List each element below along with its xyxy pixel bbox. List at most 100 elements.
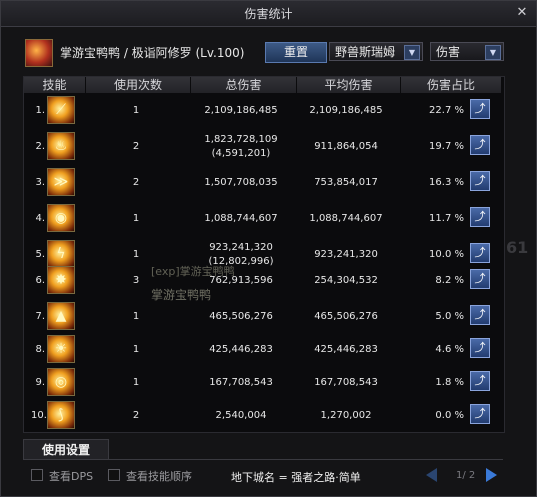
show-order-checkbox[interactable]: [108, 469, 120, 481]
vortex-icon: ◎: [47, 368, 75, 396]
export-icon[interactable]: ⤴: [470, 135, 490, 155]
row-average: 425,446,283: [314, 344, 378, 355]
table-row: 9. ◎ 1 167,708,543 167,708,543 1.8 % ⤴: [1, 367, 537, 403]
row-average: 167,708,543: [314, 377, 378, 388]
player-name: 掌游宝鸭鸭 / 极诣阿修罗 (Lv.100): [60, 46, 245, 60]
row-total: 762,913,596: [209, 275, 273, 286]
row-percent: 8.2 %: [435, 275, 464, 286]
row-percent: 4.6 %: [435, 344, 464, 355]
show-order-label: 查看技能顺序: [126, 470, 192, 483]
close-icon[interactable]: ✕: [515, 6, 529, 20]
row-rank: 5.: [35, 249, 45, 260]
blade-icon: ⟆: [47, 401, 75, 429]
pillar-icon: ▲: [47, 302, 75, 330]
row-rank: 1.: [35, 105, 45, 116]
flame-icon: ♨: [47, 132, 75, 160]
show-dps-checkbox[interactable]: [31, 469, 43, 481]
row-average: 911,864,054: [314, 141, 378, 152]
export-icon[interactable]: ⤴: [470, 338, 490, 358]
row-rank: 3.: [35, 177, 45, 188]
window-title: 伤害统计: [244, 7, 293, 21]
row-uses: 3: [132, 275, 140, 286]
row-uses: 2: [132, 410, 140, 421]
row-uses: 1: [132, 249, 140, 260]
row-total: 923,241,320: [209, 242, 273, 253]
row-total-sub: (4,591,201): [211, 148, 271, 159]
table-row: 10. ⟆ 2 2,540,004 1,270,002 0.0 % ⤴: [1, 400, 537, 436]
wave-icon: ≫: [47, 168, 75, 196]
tab-usage-settings[interactable]: 使用设置: [23, 439, 109, 460]
row-average: 753,854,017: [314, 177, 378, 188]
row-percent: 0.0 %: [435, 410, 464, 421]
player-header: 掌游宝鸭鸭 / 极诣阿修罗 (Lv.100) 重置 野兽斯瑞姆 ▼ 伤害 ▼: [23, 37, 523, 67]
row-rank: 2.: [35, 141, 45, 152]
row-total: 2,109,186,485: [204, 105, 278, 116]
reset-button[interactable]: 重置: [265, 42, 327, 63]
export-icon[interactable]: ⤴: [470, 371, 490, 391]
row-total: 1,088,744,607: [204, 213, 278, 224]
dungeon-select-value: 野兽斯瑞姆: [335, 45, 396, 59]
export-icon[interactable]: ⤴: [470, 171, 490, 191]
table-row: 7. ▲ 1 465,506,276 465,506,276 5.0 % ⤴: [1, 301, 537, 337]
type-select-value: 伤害: [436, 45, 461, 59]
export-icon[interactable]: ⤴: [470, 269, 490, 289]
column-header-skill: 技能: [24, 77, 86, 93]
column-header-total: 总伤害: [191, 77, 297, 93]
column-header-average: 平均伤害: [297, 77, 401, 93]
dungeon-select[interactable]: 野兽斯瑞姆 ▼: [329, 42, 423, 61]
show-dps-label: 查看DPS: [49, 470, 94, 483]
damage-stats-window: 伤害统计 ✕ 掌游宝鸭鸭 / 极诣阿修罗 (Lv.100) 重置 野兽斯瑞姆 ▼…: [0, 0, 537, 497]
row-uses: 1: [132, 311, 140, 322]
row-average: 1,088,744,607: [309, 213, 383, 224]
table-row: 6. ✸ 3 762,913,596 254,304,532 8.2 % ⤴: [1, 265, 537, 301]
divider: [23, 459, 503, 460]
row-percent: 22.7 %: [429, 105, 464, 116]
row-rank: 10.: [31, 410, 47, 421]
row-percent: 10.0 %: [429, 249, 464, 260]
row-percent: 1.8 %: [435, 377, 464, 388]
row-rank: 4.: [35, 213, 45, 224]
row-uses: 1: [132, 105, 140, 116]
row-rank: 6.: [35, 275, 45, 286]
next-page-icon[interactable]: [486, 468, 497, 482]
slash-icon: ⟋: [47, 96, 75, 124]
table-row: 3. ≫ 2 1,507,708,035 753,854,017 16.3 % …: [1, 167, 537, 203]
row-total: 425,446,283: [209, 344, 273, 355]
row-uses: 1: [132, 377, 140, 388]
table-row: 8. ☀ 1 425,446,283 425,446,283 4.6 % ⤴: [1, 334, 537, 370]
table-row: 2. ♨ 2 1,823,728,109 (4,591,201) 911,864…: [1, 131, 537, 167]
sun-icon: ☀: [47, 335, 75, 363]
lightning-icon: ϟ: [47, 240, 75, 268]
row-total: 1,823,728,109: [204, 134, 278, 145]
row-percent: 5.0 %: [435, 311, 464, 322]
row-rank: 7.: [35, 311, 45, 322]
row-total: 465,506,276: [209, 311, 273, 322]
column-header-uses: 使用次数: [86, 77, 191, 93]
prev-page-icon[interactable]: [426, 468, 437, 482]
row-uses: 2: [132, 177, 140, 188]
export-icon[interactable]: ⤴: [470, 243, 490, 263]
export-icon[interactable]: ⤴: [470, 207, 490, 227]
row-average: 254,304,532: [314, 275, 378, 286]
row-percent: 11.7 %: [429, 213, 464, 224]
type-select[interactable]: 伤害 ▼: [430, 42, 504, 61]
export-icon[interactable]: ⤴: [470, 99, 490, 119]
title-bar[interactable]: 伤害统计 ✕: [1, 1, 536, 27]
export-icon[interactable]: ⤴: [470, 305, 490, 325]
table-row: 4. ◉ 1 1,088,744,607 1,088,744,607 11.7 …: [1, 203, 537, 239]
row-average: 1,270,002: [320, 410, 372, 421]
row-average: 923,241,320: [314, 249, 378, 260]
page-indicator: 1/ 2: [456, 470, 476, 481]
chevron-down-icon: ▼: [485, 45, 501, 60]
column-header-percent: 伤害占比: [401, 77, 502, 93]
row-percent: 19.7 %: [429, 141, 464, 152]
row-total: 1,507,708,035: [204, 177, 278, 188]
dungeon-info: 地下城名 = 强者之路·简单: [231, 471, 361, 484]
row-total: 2,540,004: [215, 410, 267, 421]
table-row: 1. ⟋ 1 2,109,186,485 2,109,186,485 22.7 …: [1, 95, 537, 131]
avatar: [25, 39, 53, 67]
export-icon[interactable]: ⤴: [470, 404, 490, 424]
row-uses: 1: [132, 213, 140, 224]
chevron-down-icon: ▼: [404, 45, 420, 60]
row-percent: 16.3 %: [429, 177, 464, 188]
